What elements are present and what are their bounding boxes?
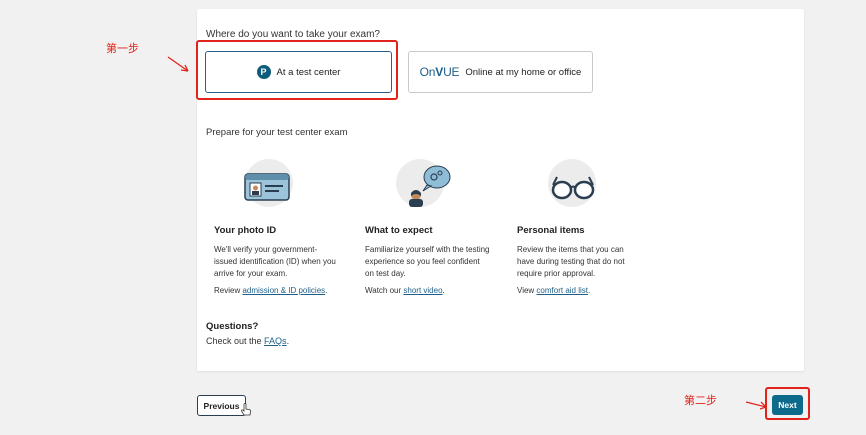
info-desc: Familiarize yourself with the testing ex… bbox=[365, 245, 490, 278]
annotation-arrow-step1 bbox=[167, 56, 189, 72]
online-label: Online at my home or office bbox=[465, 66, 582, 78]
info-link-line: Watch our short video. bbox=[365, 286, 445, 295]
annotation-step1: 第一步 bbox=[106, 42, 139, 55]
annotation-box-test-center bbox=[196, 40, 398, 100]
hand-cursor-icon bbox=[241, 403, 251, 416]
previous-button[interactable]: Previous bbox=[197, 395, 246, 416]
short-video-link[interactable]: short video bbox=[403, 286, 442, 295]
info-personal-items: Personal items Review the items that you… bbox=[517, 159, 667, 295]
onvue-logo: OnVUE bbox=[419, 65, 460, 79]
annotation-step2: 第二步 bbox=[684, 394, 717, 407]
info-link-line: Review admission & ID policies. bbox=[214, 286, 328, 295]
online-option[interactable]: OnVUE Online at my home or office bbox=[408, 51, 593, 93]
info-link-line: View comfort aid list. bbox=[517, 286, 591, 295]
admission-id-policies-link[interactable]: admission & ID policies bbox=[242, 286, 325, 295]
comfort-aid-list-link[interactable]: comfort aid list bbox=[536, 286, 588, 295]
prepare-heading: Prepare for your test center exam bbox=[206, 127, 348, 138]
info-title: Your photo ID bbox=[214, 225, 277, 236]
questions-title: Questions? bbox=[206, 321, 259, 332]
glasses-icon bbox=[551, 176, 595, 200]
annotation-box-next bbox=[765, 387, 810, 420]
info-photo-id: Your photo ID We'll verify your governme… bbox=[214, 159, 364, 295]
id-card-icon bbox=[244, 173, 290, 201]
location-question: Where do you want to take your exam? bbox=[206, 29, 380, 40]
info-desc: Review the items that you can have durin… bbox=[517, 245, 625, 278]
info-what-to-expect: What to expect Familiarize yourself with… bbox=[365, 159, 515, 295]
info-title: What to expect bbox=[365, 225, 433, 236]
annotation-arrow-step2 bbox=[745, 401, 767, 410]
video-person-icon bbox=[409, 165, 451, 207]
info-title: Personal items bbox=[517, 225, 585, 236]
faqs-link[interactable]: FAQs bbox=[264, 336, 287, 346]
questions-line: Check out the FAQs. bbox=[206, 336, 290, 346]
info-desc: We'll verify your government-issued iden… bbox=[214, 245, 336, 278]
